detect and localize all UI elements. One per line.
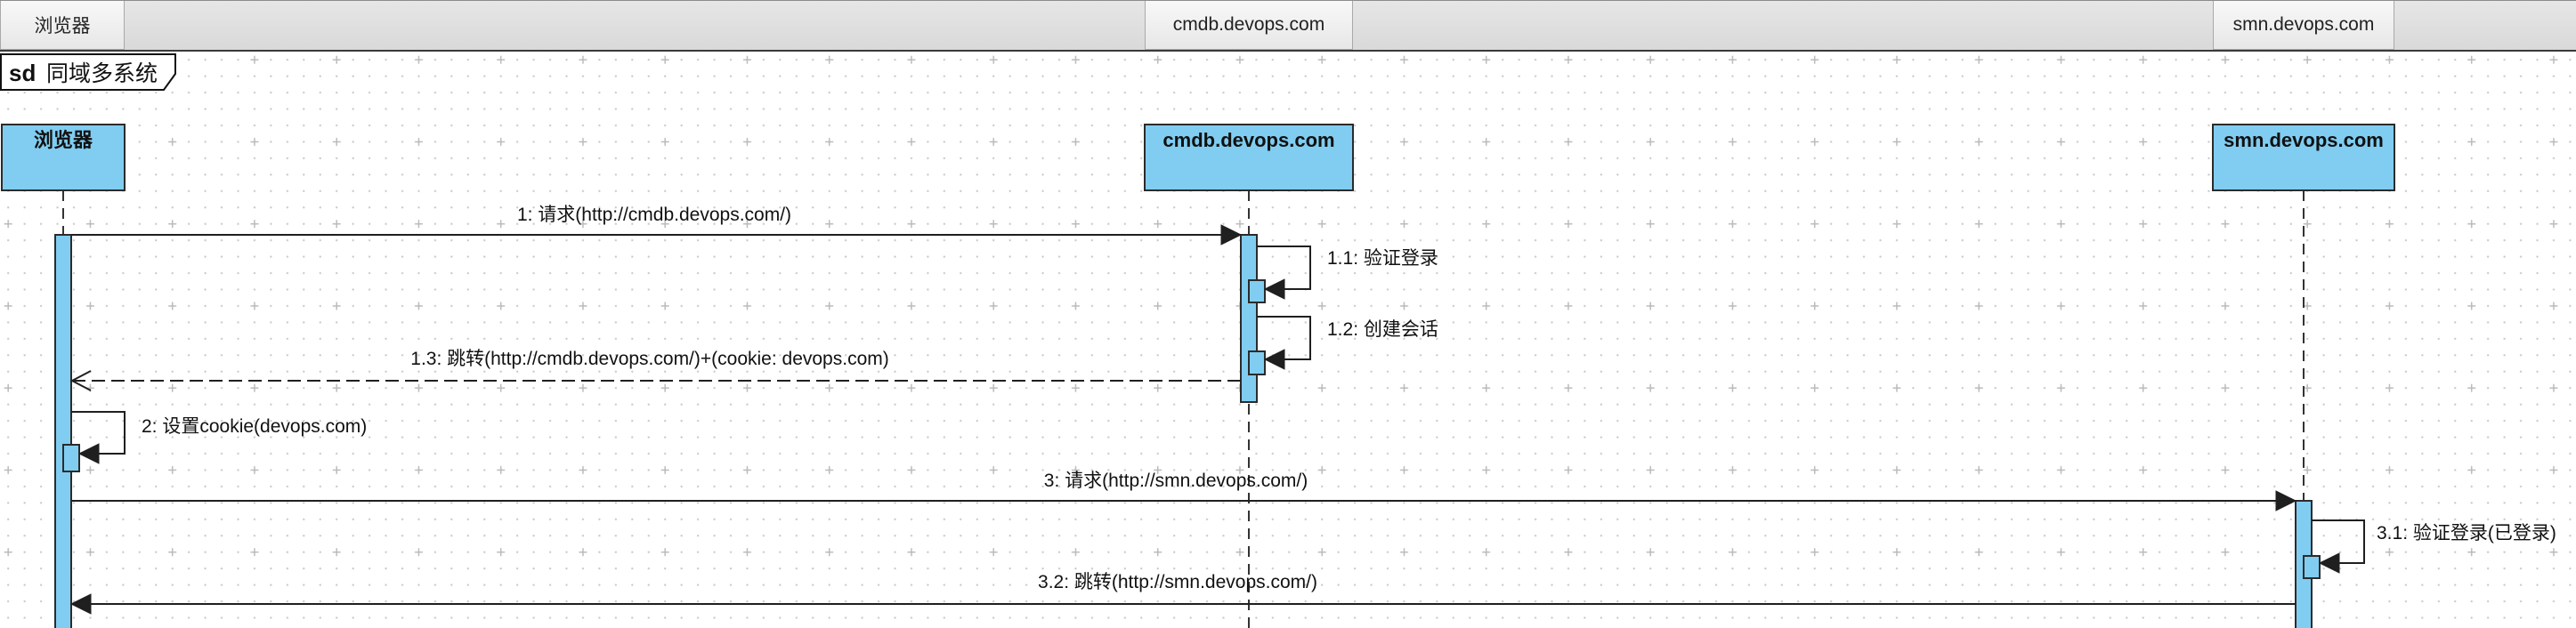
header-tab-label: 浏览器 (34, 16, 91, 36)
message-label: 1: 请求(http://cmdb.devops.com/) (517, 205, 791, 225)
message-label: 3: 请求(http://smn.devops.com/) (1044, 471, 1308, 491)
header-tab-browser[interactable]: 浏览器 (0, 1, 125, 50)
activation-cmdb[interactable] (1240, 234, 1258, 403)
header-tab-label: cmdb.devops.com (1172, 14, 1325, 35)
activation-browser[interactable] (54, 234, 72, 628)
activation-browser-nested[interactable] (62, 444, 80, 472)
header-tab-label: smn.devops.com (2232, 14, 2375, 35)
activation-smn-nested[interactable] (2303, 555, 2321, 579)
frame-name: 同域多系统 (46, 61, 158, 86)
lifeline-header-bar: 浏览器 cmdb.devops.com smn.devops.com (0, 0, 2576, 52)
lifeline-name: smn.devops.com (2224, 129, 2384, 151)
lifeline-name: 浏览器 (34, 129, 93, 151)
header-tab-cmdb[interactable]: cmdb.devops.com (1145, 1, 1353, 50)
message-label: 1.2: 创建会话 (1327, 319, 1438, 340)
activation-cmdb-nested-1[interactable] (1248, 279, 1266, 303)
frame-keyword: sd (9, 60, 36, 86)
sequence-diagram-canvas[interactable]: 浏览器 cmdb.devops.com smn.devops.com 1: 请求… (0, 0, 2576, 628)
message-label: 1.3: 跳转(http://cmdb.devops.com/)+(cookie… (410, 349, 888, 369)
message-label: 3.1: 验证登录(已登录) (2377, 523, 2556, 543)
lifeline-name: cmdb.devops.com (1162, 129, 1334, 151)
message-label: 2: 设置cookie(devops.com) (142, 416, 367, 437)
frame-label[interactable]: sd 同域多系统 (0, 53, 176, 91)
message-label: 1.1: 验证登录 (1327, 248, 1438, 269)
activation-cmdb-nested-2[interactable] (1248, 350, 1266, 375)
message-label: 3.2: 跳转(http://smn.devops.com/) (1038, 572, 1317, 592)
header-tab-smn[interactable]: smn.devops.com (2213, 1, 2394, 50)
